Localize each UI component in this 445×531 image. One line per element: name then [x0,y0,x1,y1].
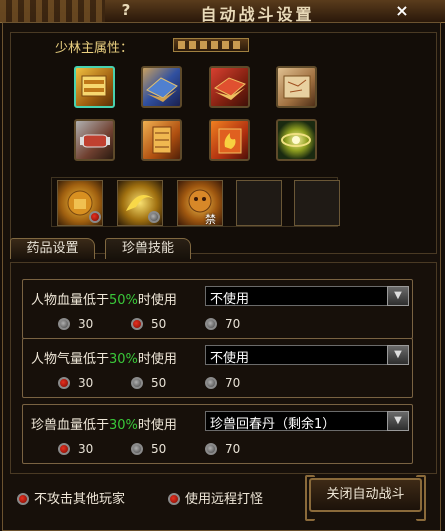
close-window-button[interactable]: × [389,0,415,21]
radio-icon [58,443,70,455]
pet-item-select-value: 珍兽回春丹（剩余1） [210,417,336,432]
title-bar: ? 自动战斗设置 × [0,0,445,24]
skill-gold-book-button[interactable] [74,66,115,108]
skill-stacked-books-button[interactable] [141,119,182,161]
hp-item-select-value: 不使用 [210,292,250,307]
mp-option-70[interactable]: 70 [205,375,240,390]
stacked-books-icon [152,126,172,154]
hp-option-50[interactable]: 50 [131,316,166,331]
blue-book-icon [146,77,178,102]
radio-icon [205,443,217,455]
radio-icon [58,377,70,389]
title-bar-ornament [0,0,105,22]
mp-option-50[interactable]: 50 [131,375,166,390]
pet-option-70[interactable]: 70 [205,441,240,456]
tab-medicine-settings[interactable]: 药品设置 [10,238,95,259]
hp-item-select[interactable]: 不使用 ▼ [205,286,409,307]
slot-2-grey-marker [148,211,160,223]
radio-icon [205,318,217,330]
stop-auto-battle-button[interactable]: 关闭自动战斗 [305,475,426,521]
radio-icon [131,318,143,330]
radio-icon [205,377,217,389]
slot-1-red-marker [89,211,101,223]
forbidden-badge: 禁 [205,213,216,226]
golden-vortex-icon [281,133,311,147]
mp-option-30[interactable]: 30 [58,375,93,390]
pet-item-select[interactable]: 珍兽回春丹（剩余1） ▼ [205,411,409,432]
attribute-indicator-fill [178,41,240,49]
bound-scroll-icon [80,134,110,148]
tab-pet-skills[interactable]: 珍兽技能 [105,238,191,259]
radio-icon [58,318,70,330]
mp-threshold-row: 人物气量低于30%时使用 不使用 ▼ 30 50 70 [22,338,413,398]
skill-golden-vortex-button[interactable] [276,119,317,161]
pet-hp-threshold-label: 珍兽血量低于30%时使用 [31,418,177,433]
mp-item-select[interactable]: 不使用 ▼ [205,345,409,366]
chevron-down-icon[interactable]: ▼ [387,411,409,431]
hp-threshold-row: 人物血量低于50%时使用 不使用 ▼ 30 50 70 [22,279,413,339]
skill-flame-book-button[interactable] [209,119,250,161]
hp-option-30[interactable]: 30 [58,316,93,331]
pet-hp-threshold-row: 珍兽血量低于30%时使用 珍兽回春丹（剩余1） ▼ 30 50 70 [22,404,413,464]
attribute-label: 少林主属性： [55,41,134,56]
empty-slot[interactable] [294,180,340,226]
gold-book-icon [81,75,107,97]
empty-slot[interactable] [236,180,282,226]
mp-item-select-value: 不使用 [210,351,250,366]
radio-icon [17,493,29,505]
mp-threshold-label: 人物气量低于30%时使用 [31,352,177,367]
help-button[interactable]: ? [116,0,136,20]
skill-scroll-map-button[interactable] [276,66,317,108]
attribute-indicator [173,38,249,52]
radio-icon [131,443,143,455]
chevron-down-icon[interactable]: ▼ [387,345,409,365]
skill-blue-book-button[interactable] [141,66,182,108]
slot-golden-beast[interactable] [177,180,223,226]
chevron-down-icon[interactable]: ▼ [387,286,409,306]
radio-icon [131,377,143,389]
skill-bound-scroll-button[interactable] [74,119,115,161]
scroll-map-icon [283,75,311,99]
hp-option-70[interactable]: 70 [205,316,240,331]
ranged-attack-option[interactable]: 使用远程打怪 [168,488,263,507]
pet-option-50[interactable]: 50 [131,441,166,456]
skill-red-book-button[interactable] [209,66,250,108]
radio-icon [168,493,180,505]
red-book-icon [214,77,246,100]
pet-option-30[interactable]: 30 [58,441,93,456]
hp-threshold-label: 人物血量低于50%时使用 [31,293,177,308]
flame-book-icon [218,128,242,154]
no-attack-players-option[interactable]: 不攻击其他玩家 [17,488,125,507]
